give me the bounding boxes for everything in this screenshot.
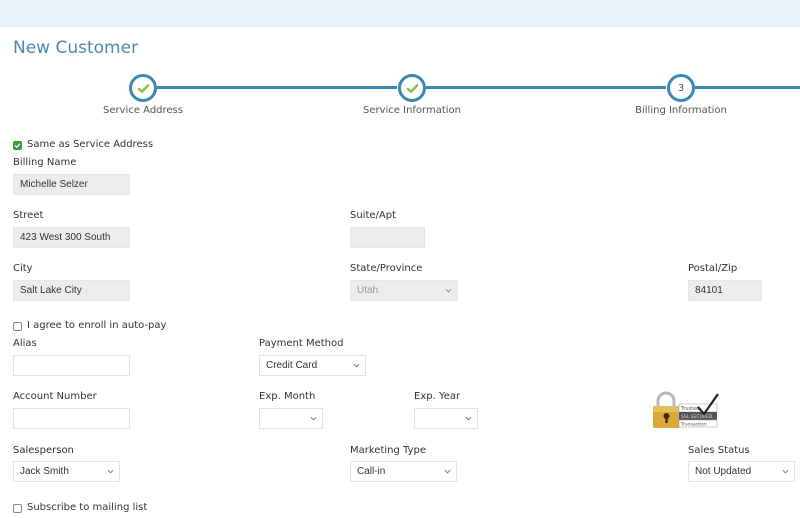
exp-year-label: Exp. Year	[414, 391, 461, 402]
badge-text-transaction: Transaction	[680, 422, 707, 428]
city-label: City	[13, 263, 33, 274]
same-as-service-label: Same as Service Address	[27, 139, 154, 150]
marketing-type-label: Marketing Type	[350, 445, 426, 456]
street-label: Street	[13, 210, 44, 221]
exp-year-select[interactable]	[414, 408, 478, 429]
state-value: Utah	[357, 285, 379, 296]
billing-name-input[interactable]: Michelle Selzer	[13, 174, 130, 195]
billing-name-label: Billing Name	[13, 157, 77, 168]
badge-text-ssl: SSL SECURED	[681, 414, 713, 420]
payment-method-select[interactable]: Credit Card	[259, 355, 366, 376]
step-connector	[426, 86, 666, 89]
step-billing-information[interactable]: 3	[667, 74, 695, 102]
step-connector	[695, 86, 800, 89]
suite-label: Suite/Apt	[350, 210, 397, 221]
chevron-down-icon	[444, 469, 451, 474]
chevron-down-icon	[107, 469, 114, 474]
state-select[interactable]: Utah	[350, 280, 458, 301]
step-connector	[157, 86, 397, 89]
autopay-label: I agree to enroll in auto-pay	[27, 320, 167, 331]
salesperson-select[interactable]: Jack Smith	[13, 461, 120, 482]
check-icon	[137, 83, 149, 93]
badge-text-trusted: Trusted	[680, 406, 699, 412]
street-input[interactable]: 423 West 300 South	[13, 227, 130, 248]
suite-input[interactable]	[350, 227, 425, 248]
ssl-trust-badge: Trusted SSL SECURED Transaction	[652, 390, 722, 430]
chevron-down-icon	[310, 416, 317, 421]
step-label: Service Address	[103, 105, 183, 116]
check-icon	[14, 143, 21, 149]
account-number-label: Account Number	[13, 391, 97, 402]
payment-method-value: Credit Card	[266, 360, 318, 371]
city-input[interactable]: Salt Lake City	[13, 280, 130, 301]
chevron-down-icon	[445, 288, 452, 293]
chevron-down-icon	[465, 416, 472, 421]
same-as-service-checkbox[interactable]	[13, 141, 22, 150]
payment-method-label: Payment Method	[259, 338, 344, 349]
alias-input[interactable]	[13, 355, 130, 376]
sales-status-select[interactable]: Not Updated	[688, 461, 795, 482]
exp-month-label: Exp. Month	[259, 391, 316, 402]
step-service-address[interactable]	[129, 74, 157, 102]
account-number-input[interactable]	[13, 408, 130, 429]
marketing-type-value: Call-in	[357, 466, 386, 477]
step-service-information[interactable]	[398, 74, 426, 102]
salesperson-label: Salesperson	[13, 445, 74, 456]
page-title: New Customer	[13, 38, 139, 58]
marketing-type-select[interactable]: Call-in	[350, 461, 457, 482]
exp-month-select[interactable]	[259, 408, 323, 429]
mailing-list-checkbox[interactable]	[13, 504, 22, 513]
top-navigation-bar	[0, 0, 800, 27]
chevron-down-icon	[782, 469, 789, 474]
postal-input[interactable]: 84101	[688, 280, 762, 301]
state-label: State/Province	[350, 263, 423, 274]
sales-status-label: Sales Status	[688, 445, 750, 456]
alias-label: Alias	[13, 338, 37, 349]
salesperson-value: Jack Smith	[20, 466, 69, 477]
chevron-down-icon	[353, 363, 360, 368]
postal-label: Postal/Zip	[688, 263, 738, 274]
step-label: Billing Information	[635, 105, 727, 116]
autopay-checkbox[interactable]	[13, 322, 22, 331]
check-icon	[406, 83, 418, 93]
step-number: 3	[677, 82, 685, 94]
progress-stepper: Service Address Service Information 3 Bi…	[0, 72, 800, 122]
step-label: Service Information	[362, 105, 462, 116]
padlock-icon: Trusted SSL SECURED Transaction	[653, 391, 719, 428]
mailing-list-label: Subscribe to mailing list	[27, 502, 148, 513]
sales-status-value: Not Updated	[695, 466, 752, 477]
